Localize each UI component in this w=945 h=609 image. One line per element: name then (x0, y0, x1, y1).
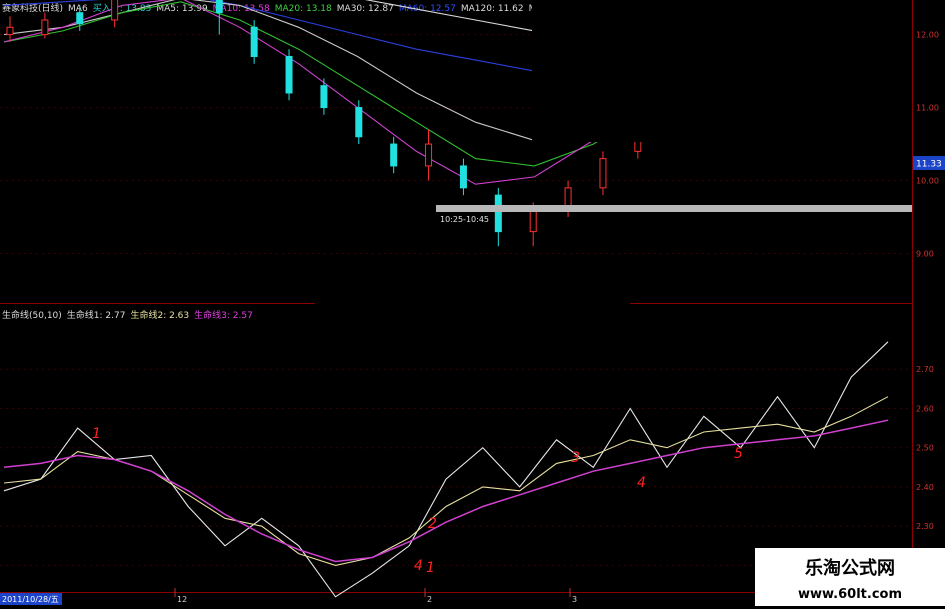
candle-body (494, 194, 502, 233)
annotation-label: 1 (426, 560, 435, 576)
legend-item: MA120: 11.62 (461, 4, 524, 14)
legend-item: MA30: 12.87 (337, 4, 394, 14)
x-axis-marks: 12 2 3 (174, 588, 577, 604)
legend-item: 生命线3: 2.57 (194, 309, 253, 321)
annotation-label: 3 (571, 450, 580, 466)
kline-chart[interactable]: 赛象科技(日线) MA6 买入价: 13.83 MA5: 13.99 MA10: 13.… (0, 0, 945, 609)
x-tick-label: 2 (427, 595, 432, 604)
x-tick-label: 12 (177, 595, 187, 604)
time-range-bar[interactable] (436, 205, 912, 212)
indicator-tick: 2.70 (916, 365, 934, 374)
price-tick: 10.00 (916, 177, 939, 186)
indicator-axis: 2.702.602.502.402.302.20 (916, 365, 934, 570)
indicator-tick: 2.60 (916, 404, 934, 413)
handwritten-annotations: 123454 1 (92, 426, 743, 576)
candle-body (6, 26, 14, 36)
annotation-label: 2 (428, 516, 437, 532)
upper-legend: 赛象科技(日线) MA6 买入价: 13.83 MA5: 13.99 MA10: 13.… (2, 2, 591, 14)
legend-item: MA60: 12.57 (399, 4, 456, 14)
price-tick: 12.00 (916, 31, 939, 40)
candle-body (459, 165, 467, 189)
watermark-title: 乐淘公式网 (805, 557, 895, 579)
date-label: 2011/10/28/五 (2, 595, 59, 604)
candle-body (599, 158, 607, 189)
legend-item: 生命线1: 2.77 (67, 309, 126, 321)
candle-body (355, 107, 363, 138)
annotation-label: 4 (637, 475, 646, 491)
life-line-2 (3, 396, 889, 566)
life-line-3 (3, 419, 889, 563)
current-price-label: 11.33 (916, 160, 942, 170)
candle-body (250, 26, 258, 57)
candle-body (76, 12, 84, 25)
candle-body (425, 143, 433, 167)
price-axis: 12.00 11.00 10.00 9.00 (916, 31, 939, 259)
candle-body (320, 85, 328, 109)
candle-body (41, 19, 49, 36)
indicator-tick: 2.30 (916, 522, 934, 531)
indicator-tick: 2.40 (916, 483, 934, 492)
candle-body (529, 209, 537, 233)
annotation-label: 4 (414, 558, 423, 574)
annotation-label: 1 (92, 426, 101, 442)
time-annotation: 10:25-10:45 (440, 215, 489, 224)
legend-item: 生命线2: 2.63 (130, 309, 189, 321)
indicator-tick: 2.50 (916, 444, 934, 453)
legend-item: 生命线(50,10) (2, 309, 62, 321)
candle-body (111, 0, 119, 21)
candle-body (215, 0, 223, 14)
legend-item: MA20: 13.18 (275, 4, 332, 14)
candle-body (285, 55, 293, 94)
price-tick: 11.00 (916, 104, 939, 113)
x-tick-label: 3 (572, 595, 577, 604)
legend-item: MA5: 13.99 (156, 4, 208, 14)
mask-upper-right (532, 0, 912, 142)
annotation-label: 5 (734, 446, 743, 462)
mask-lower-center (315, 283, 630, 325)
lower-legend: 生命线(50,10) 生命线1: 2.77 生命线2: 2.63 生命线3: 2.57 (2, 309, 253, 321)
price-tick: 9.00 (916, 250, 934, 259)
candle-body (390, 143, 398, 167)
watermark-url: www.60lt.com (798, 587, 902, 602)
